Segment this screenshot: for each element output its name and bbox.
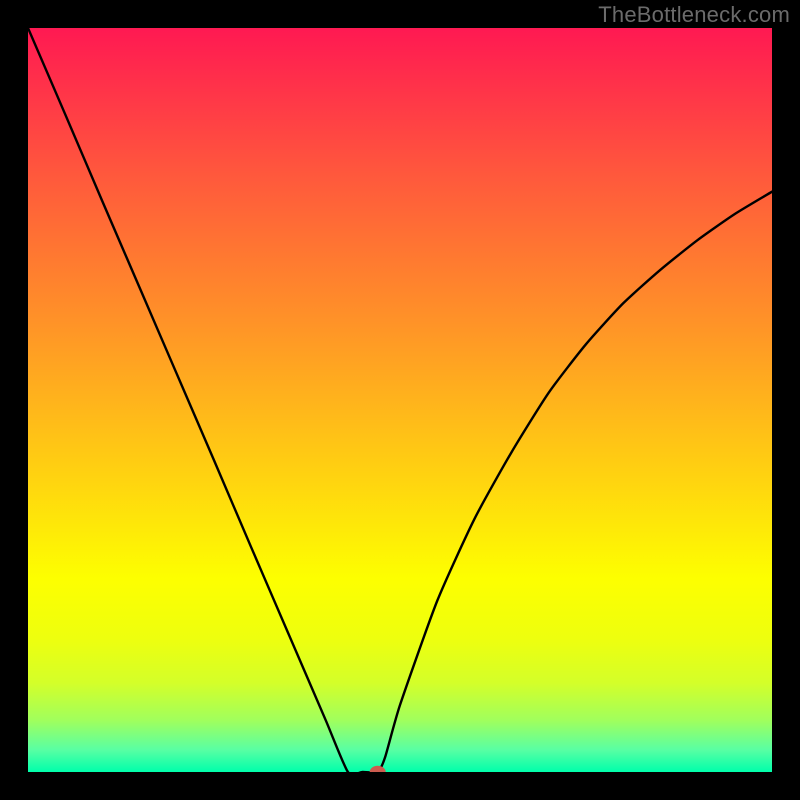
chart-container: TheBottleneck.com: [0, 0, 800, 800]
chart-svg: [28, 28, 772, 772]
watermark-text: TheBottleneck.com: [598, 2, 790, 28]
plot-area: [28, 28, 772, 772]
